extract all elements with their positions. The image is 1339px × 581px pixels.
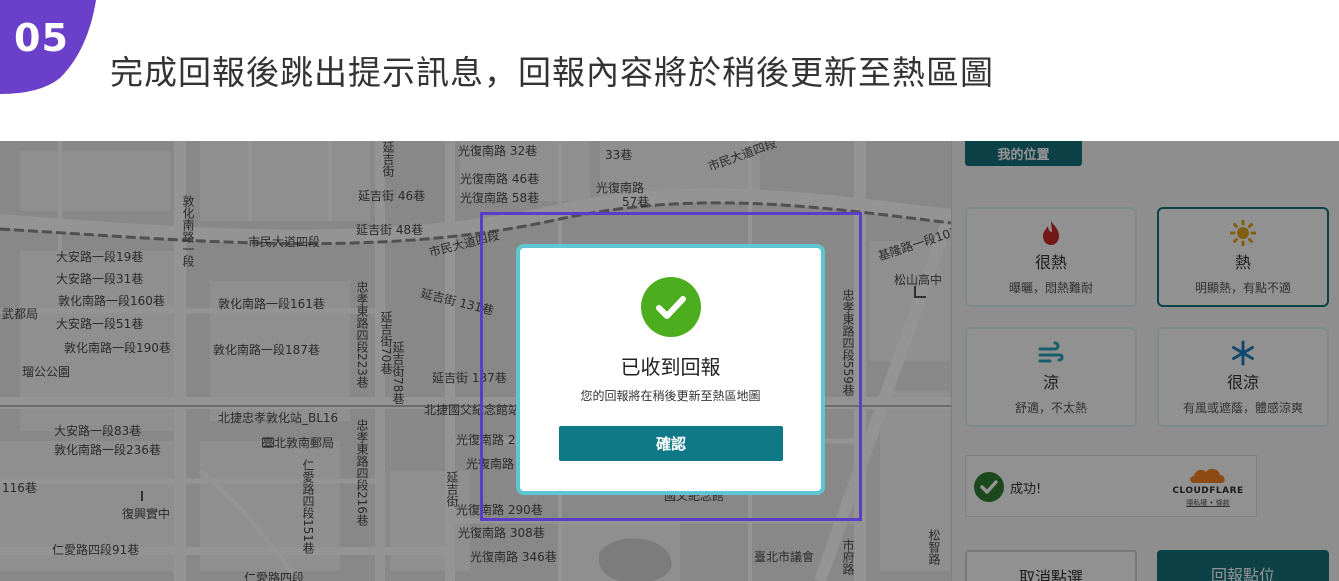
success-check-icon [641, 277, 701, 337]
confirm-button[interactable]: 確認 [559, 426, 783, 461]
tutorial-frame: 05 完成回報後跳出提示訊息，回報內容將於稍後更新至熱區圖 光復南路 32巷 光… [0, 0, 1339, 581]
step-badge: 05 [0, 0, 96, 94]
step-number: 05 [14, 16, 69, 60]
app-screenshot: 光復南路 32巷 光復南路 46巷 光復南路 58巷 33巷 光復南路 57巷 … [0, 141, 1339, 581]
dialog-title: 已收到回報 [620, 355, 721, 379]
headline: 完成回報後跳出提示訊息，回報內容將於稍後更新至熱區圖 [110, 53, 994, 92]
success-dialog: 已收到回報 您的回報將在稍後更新至熱區地圖 確認 [516, 244, 825, 495]
dialog-message: 您的回報將在稍後更新至熱區地圖 [580, 389, 761, 403]
